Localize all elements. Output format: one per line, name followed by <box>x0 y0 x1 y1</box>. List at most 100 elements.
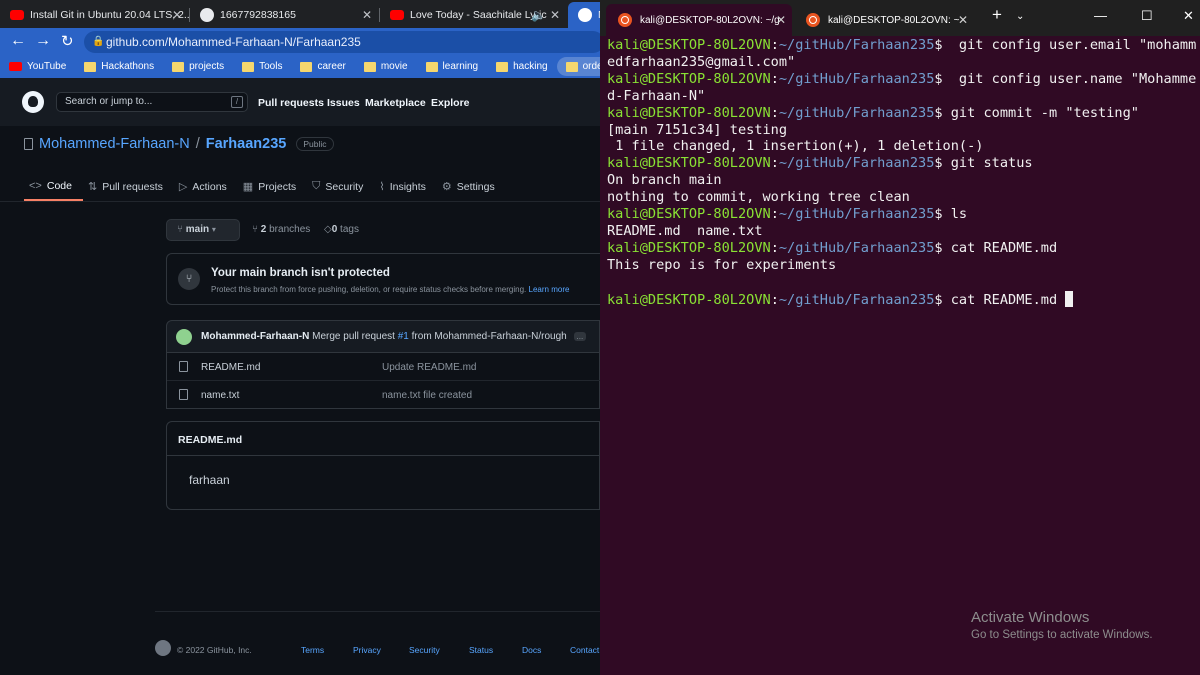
tab-title: Love Today - Saachitale Lyric <box>410 9 547 21</box>
terminal-tab-bar: kali@DESKTOP-80L2OVN: ~/g ✕ kali@DESKTOP… <box>600 0 1200 36</box>
terminal-tab[interactable]: kali@DESKTOP-80L2OVN: ~ ✕ <box>794 4 978 36</box>
terminal-output-line: This repo is for experiments <box>607 256 837 273</box>
nav-pull-requests[interactable]: Pull requests <box>258 97 324 109</box>
prompt-colon: : <box>770 37 779 53</box>
prompt-dollar: $ <box>934 206 943 223</box>
commit-pr-link[interactable]: #1 <box>398 331 409 342</box>
command-text: git commit -m "testing" <box>942 104 1139 121</box>
tab-code[interactable]: <> Code <box>24 172 83 201</box>
bookmark-projects[interactable]: projects <box>163 61 233 72</box>
nav-explore[interactable]: Explore <box>431 97 470 109</box>
bookmark-career[interactable]: career <box>291 61 354 72</box>
footer-link-contact[interactable]: Contact <box>570 645 599 655</box>
activate-windows-subtitle: Go to Settings to activate Windows. <box>971 629 1153 641</box>
prompt-colon: : <box>770 70 779 87</box>
github-footer-logo-icon[interactable] <box>155 640 171 656</box>
browser-tab-3[interactable]: Love Today - Saachitale Lyric 🔈 ✕ <box>380 2 568 28</box>
bookmark-hacking[interactable]: hacking <box>487 61 556 72</box>
bookmark-movie[interactable]: movie <box>355 61 417 72</box>
back-icon[interactable]: ← <box>10 32 26 50</box>
avatar[interactable] <box>176 329 192 345</box>
footer-link-status[interactable]: Status <box>469 645 493 655</box>
bookmark-tools[interactable]: Tools <box>233 61 291 72</box>
new-tab-plus-icon[interactable]: + <box>992 5 1002 25</box>
close-icon[interactable]: ✕ <box>172 8 182 22</box>
close-icon[interactable]: ✕ <box>362 8 372 22</box>
terminal-output[interactable]: kali@DESKTOP-80L2OVN:~/gitHub/Farhaan235… <box>607 37 1197 308</box>
prompt-dollar: $ <box>934 155 943 172</box>
prompt-dollar: $ <box>934 104 943 121</box>
branch-icon: ⑂ <box>177 224 183 235</box>
close-icon[interactable]: ✕ <box>958 13 968 27</box>
file-name-link[interactable]: name.txt <box>201 390 239 401</box>
github-search-input[interactable]: Search or jump to... / <box>56 92 248 112</box>
folder-icon <box>84 61 97 72</box>
close-icon[interactable]: ✕ <box>550 8 560 22</box>
tab-actions[interactable]: ▷ Actions <box>174 172 238 201</box>
github-logo-icon[interactable] <box>22 91 44 113</box>
terminal-command-line: kali@DESKTOP-80L2OVN:~/gitHub/Farhaan235… <box>607 71 1197 105</box>
tab-projects[interactable]: ▦ Projects <box>238 172 307 201</box>
branches-link[interactable]: ⑂ 2 branches <box>252 224 310 235</box>
prompt-colon: : <box>770 104 779 121</box>
commit-message[interactable]: Merge pull request <box>312 331 395 342</box>
prompt-user: kali@DESKTOP-80L2OVN <box>607 104 771 121</box>
bookmark-youtube[interactable]: YouTube <box>0 61 75 72</box>
minimize-icon[interactable]: — <box>1094 8 1107 23</box>
ubuntu-icon <box>806 13 820 27</box>
url-field[interactable]: 🔒 github.com/Mohammed-Farhaan-N/Farhaan2… <box>84 31 600 53</box>
terminal-output-line: [main 7151c34] testing <box>607 121 788 138</box>
prompt-user: kali@DESKTOP-80L2OVN <box>607 70 771 87</box>
maximize-icon[interactable]: ☐ <box>1141 8 1153 24</box>
bookmark-label: projects <box>189 61 225 72</box>
forward-icon[interactable]: → <box>35 32 51 50</box>
browser-tab-1[interactable]: Install Git in Ubuntu 20.04 LTS, 2... ✕ <box>0 2 190 28</box>
learn-more-link[interactable]: Learn more <box>529 285 570 294</box>
nav-marketplace[interactable]: Marketplace <box>365 97 426 109</box>
terminal-tab-active[interactable]: kali@DESKTOP-80L2OVN: ~/g ✕ <box>606 4 792 36</box>
table-row[interactable]: name.txt name.txt file created <box>167 381 600 409</box>
footer-link-terms[interactable]: Terms <box>301 645 324 655</box>
tags-link[interactable]: ◇0 tags <box>324 224 359 235</box>
tab-insights[interactable]: ⌇ Insights <box>374 172 437 201</box>
chevron-down-icon[interactable]: ⌄ <box>1016 11 1024 22</box>
tab-security[interactable]: ⛉ Security <box>307 172 374 201</box>
terminal-command-line: kali@DESKTOP-80L2OVN:~/gitHub/Farhaan235… <box>607 155 1197 172</box>
reload-icon[interactable]: ↻ <box>61 32 74 50</box>
terminal-tab-title: kali@DESKTOP-80L2OVN: ~/g <box>640 14 780 26</box>
repo-name-link[interactable]: Farhaan235 <box>206 136 287 152</box>
bookmark-label: Tools <box>259 61 283 72</box>
file-icon <box>179 389 188 400</box>
branches-count: 2 <box>260 224 267 235</box>
bookmark-hackathons[interactable]: Hackathons <box>75 61 163 72</box>
bookmark-orders[interactable]: orders <box>556 57 600 76</box>
commit-author[interactable]: Mohammed-Farhaan-N <box>201 331 309 342</box>
footer-link-security[interactable]: Security <box>409 645 440 655</box>
nav-issues[interactable]: Issues <box>327 97 360 109</box>
tabs-divider <box>0 201 600 202</box>
branch-select-button[interactable]: ⑂ main ▾ <box>166 219 240 241</box>
file-name-link[interactable]: README.md <box>201 362 260 373</box>
commit-message-rest[interactable]: from Mohammed-Farhaan-N/rough <box>412 331 567 342</box>
repo-owner-link[interactable]: Mohammed-Farhaan-N <box>39 136 190 152</box>
prompt-colon: : <box>770 239 779 256</box>
tab-pull-requests[interactable]: ⇅ Pull requests <box>83 172 174 201</box>
tab-settings[interactable]: ⚙ Settings <box>437 172 506 201</box>
prompt-colon: : <box>770 291 779 308</box>
close-window-icon[interactable]: ✕ <box>1183 8 1194 24</box>
browser-tab-4-active[interactable]: M <box>568 2 600 28</box>
file-commit-message[interactable]: Update README.md <box>382 362 476 373</box>
browser-tab-2[interactable]: 1667792838165 ✕ <box>190 2 380 28</box>
footer-link-docs[interactable]: Docs <box>522 645 541 655</box>
search-shortcut-key: / <box>231 96 243 108</box>
bookmark-learning[interactable]: learning <box>417 61 488 72</box>
close-icon[interactable]: ✕ <box>776 13 786 27</box>
browser-tab-bar: Install Git in Ubuntu 20.04 LTS, 2... ✕ … <box>0 0 600 28</box>
github-icon <box>578 8 592 22</box>
readme-title[interactable]: README.md <box>178 434 242 446</box>
speaker-icon[interactable]: 🔈 <box>531 8 546 22</box>
table-row[interactable]: README.md Update README.md <box>167 353 600 381</box>
file-commit-message[interactable]: name.txt file created <box>382 390 472 401</box>
footer-link-privacy[interactable]: Privacy <box>353 645 381 655</box>
expand-commit-button[interactable]: ... <box>573 332 587 341</box>
